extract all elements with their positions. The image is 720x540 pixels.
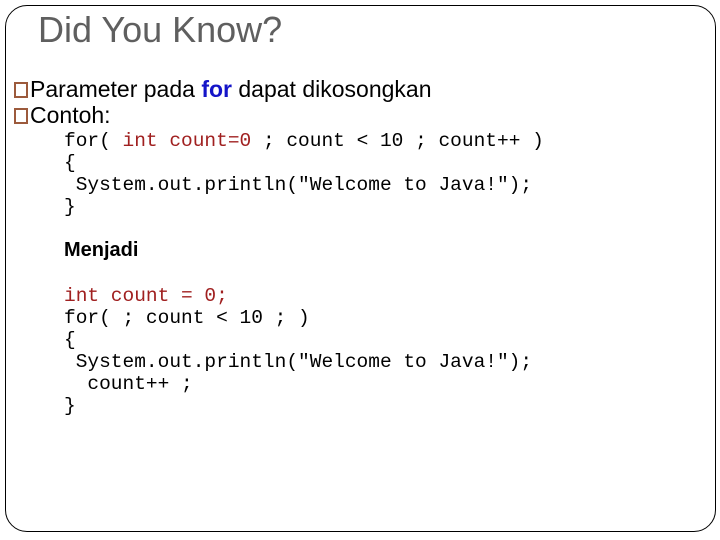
bullet-text-before: Parameter pada — [30, 76, 202, 102]
bullet-text: Contoh: — [30, 102, 111, 128]
bullet-text-after: dapat dikosongkan — [232, 76, 432, 102]
code-line: { — [64, 329, 76, 351]
code-line: for( ; count < 10 ; ) — [64, 307, 310, 329]
code-highlight: int count=0 — [122, 130, 252, 152]
code-line: } — [64, 395, 76, 417]
code-line: for( int count=0 ; count < 10 ; count++ … — [64, 130, 544, 152]
slide-title: Did You Know? — [38, 9, 283, 50]
square-bullet-icon — [14, 82, 28, 98]
code-line: count++ ; — [64, 373, 193, 395]
code-text: ; count < 10 ; count++ ) — [251, 130, 544, 152]
code-line: } — [64, 196, 76, 218]
square-bullet-icon — [14, 108, 28, 124]
code-text: for( — [64, 130, 123, 152]
bullet-contoh: Contoh: — [14, 104, 111, 127]
code-line: { — [64, 152, 76, 174]
code-line: System.out.println("Welcome to Java!"); — [64, 174, 533, 196]
transition-label: Menjadi — [64, 239, 139, 261]
example-code-block: for( int count=0 ; count < 10 ; count++ … — [64, 130, 544, 218]
code-line: System.out.println("Welcome to Java!"); — [64, 351, 533, 373]
bullet-parameter: Parameter pada for dapat dikosongkan — [14, 78, 432, 101]
code-line: int count = 0; — [64, 285, 228, 307]
result-code-block: int count = 0; for( ; count < 10 ; ){ Sys… — [64, 285, 532, 417]
keyword-for: for — [201, 76, 232, 102]
